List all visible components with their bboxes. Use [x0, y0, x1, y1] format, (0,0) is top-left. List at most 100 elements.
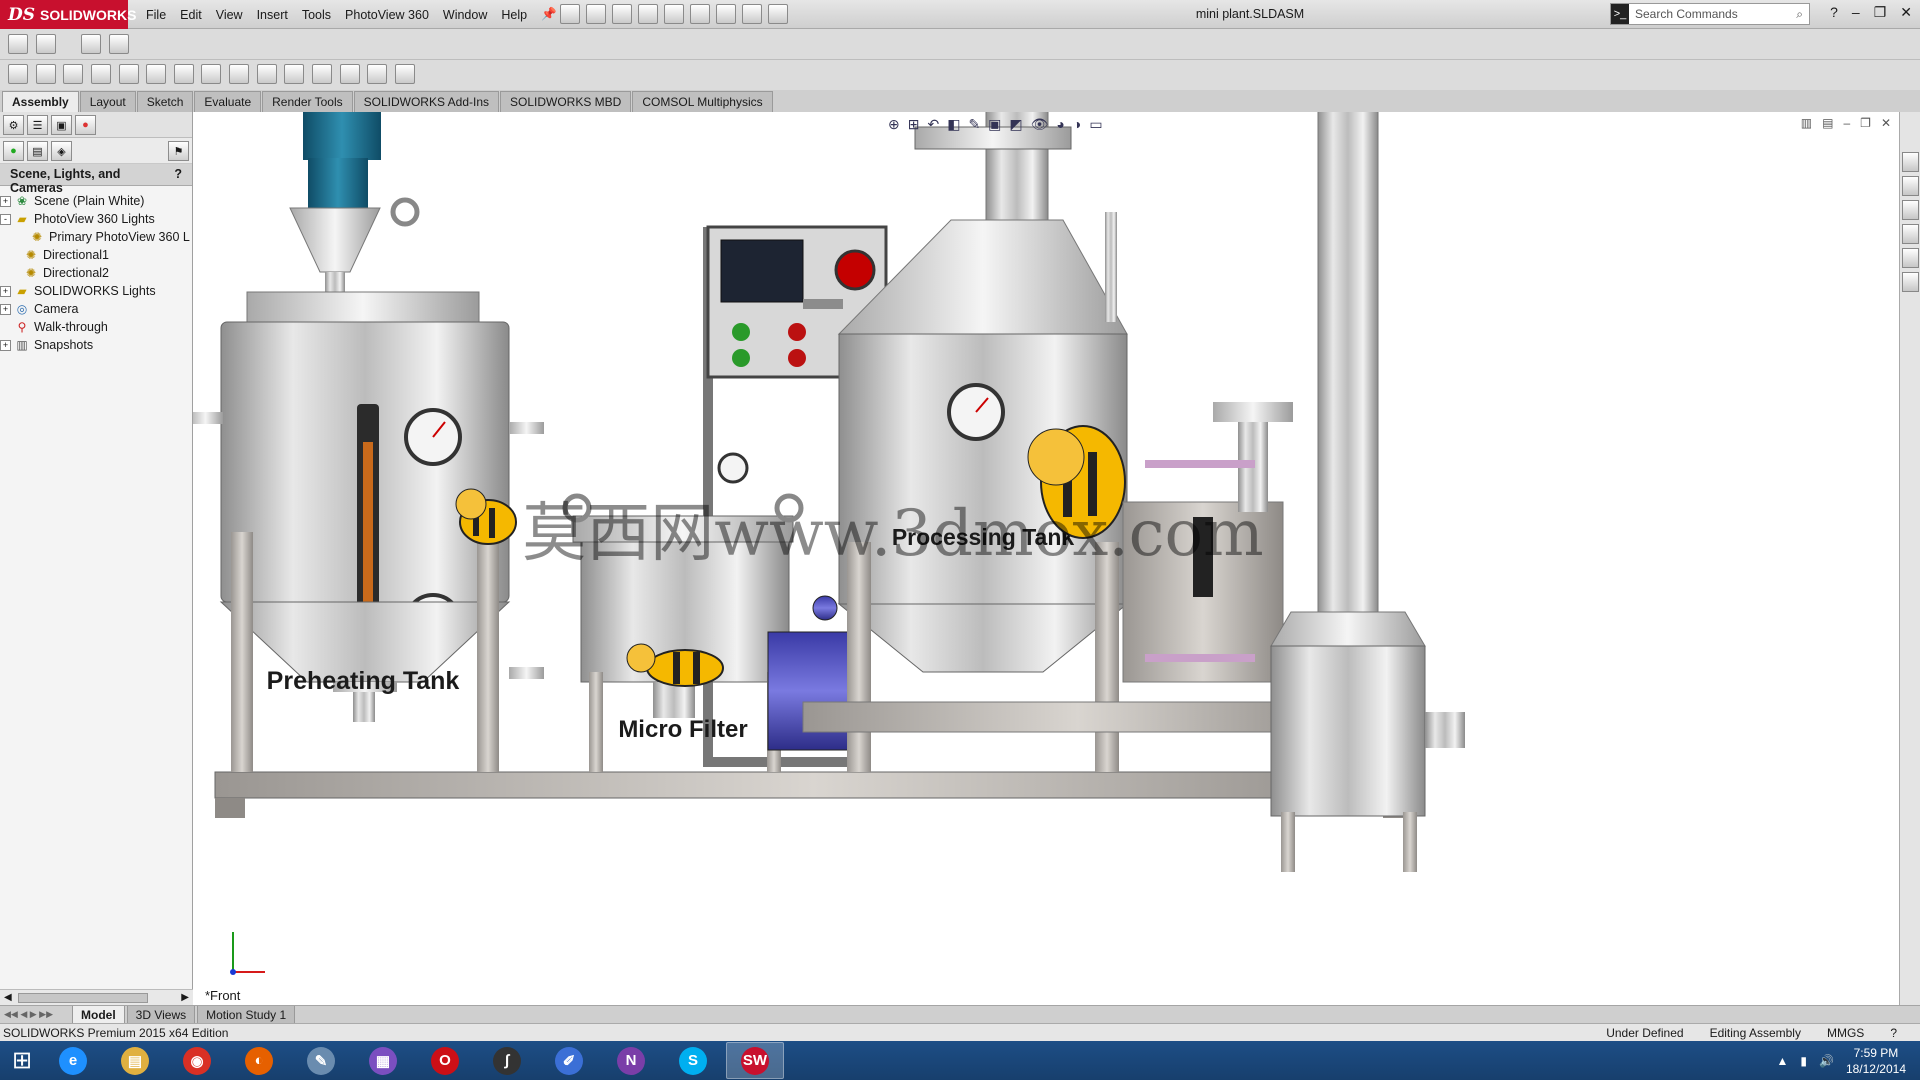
assembly-features-icon[interactable] — [63, 64, 84, 84]
taskbar-calculator[interactable]: ▦ — [354, 1042, 412, 1079]
mate-icon[interactable] — [35, 34, 56, 54]
scroll-left-icon[interactable]: ◀ — [4, 992, 12, 1003]
custom-properties-icon[interactable] — [1901, 272, 1919, 292]
zoom-to-area-icon[interactable]: ⊞ — [908, 116, 920, 133]
file-explorer-icon[interactable] — [1901, 200, 1919, 220]
tab-comsol-multiphysics[interactable]: COMSOL Multiphysics — [632, 91, 773, 112]
tree-item-primary-light[interactable]: ✺ Primary PhotoView 360 L — [0, 228, 192, 246]
view-orientation-icon[interactable]: ▣ — [988, 116, 1001, 133]
instant3d-icon[interactable] — [311, 64, 332, 84]
appearances-scenes-icon[interactable] — [1901, 248, 1919, 268]
restore-button[interactable]: ❐ — [1874, 4, 1887, 21]
scroll-thumb[interactable] — [18, 993, 148, 1003]
network-icon[interactable]: ▮ — [1800, 1054, 1807, 1068]
horizontal-scrollbar[interactable]: ◀ ▶ — [0, 989, 193, 1005]
select-icon[interactable] — [690, 4, 710, 24]
taskbar-chrome[interactable]: ◉ — [168, 1042, 226, 1079]
appearances-icon[interactable]: ● — [3, 141, 24, 161]
interference-detection-icon[interactable] — [229, 64, 249, 84]
viewport-minimize-button[interactable]: – — [1843, 116, 1850, 130]
tree-item-solidworks-lights[interactable]: + ▰ SOLIDWORKS Lights — [0, 282, 192, 300]
tab-model[interactable]: Model — [72, 1005, 125, 1024]
tab-solidworks-addins[interactable]: SOLIDWORKS Add-Ins — [353, 91, 499, 112]
tab-solidworks-mbd[interactable]: SOLIDWORKS MBD — [500, 91, 632, 112]
tree-item-snapshots[interactable]: + ▥ Snapshots — [0, 336, 192, 354]
tree-item-photoview-lights[interactable]: - ▰ PhotoView 360 Lights — [0, 210, 192, 228]
open-icon[interactable] — [586, 4, 606, 24]
zoom-to-fit-icon[interactable]: ⊕ — [888, 116, 900, 133]
graphics-area[interactable]: ⊕ ⊞ ↶ ◧ ✎ ▣ ◩ 👁 ◕ ◑ ▭ ▥ ▤ – ❐ ✕ Preheati… — [193, 112, 1899, 1005]
processing-tank[interactable]: Processing Tank — [803, 112, 1129, 772]
menu-file[interactable]: File — [139, 8, 173, 22]
clearance-verification-icon[interactable] — [256, 64, 277, 84]
taskbar-file-explorer[interactable]: ▤ — [106, 1042, 164, 1079]
view-settings-icon[interactable]: ▭ — [1089, 116, 1102, 133]
display-style-icon[interactable]: ◩ — [1009, 116, 1022, 133]
tree-item-scene[interactable]: + ❀ Scene (Plain White) — [0, 192, 192, 210]
new-document-icon[interactable] — [560, 4, 580, 24]
hole-alignment-icon[interactable] — [284, 64, 305, 84]
show-hidden-icon[interactable] — [35, 64, 56, 84]
feature-manager-tab-icon[interactable]: ⚙ — [3, 115, 24, 135]
tree-item-walk-through[interactable]: ⚲ Walk-through — [0, 318, 192, 336]
condenser-column[interactable] — [1270, 112, 1465, 872]
panel-options-icon[interactable]: ⚑ — [168, 141, 189, 161]
menu-window[interactable]: Window — [436, 8, 494, 22]
tree-item-directional1[interactable]: ✺ Directional1 — [0, 246, 192, 264]
tree-item-directional2[interactable]: ✺ Directional2 — [0, 264, 192, 282]
menu-photoview[interactable]: PhotoView 360 — [338, 8, 436, 22]
property-manager-tab-icon[interactable]: ☰ — [27, 115, 48, 135]
help-icon[interactable]: ? — [1890, 1026, 1897, 1040]
taskbar-skype[interactable]: S — [664, 1042, 722, 1079]
taskbar-opera[interactable]: O — [416, 1042, 474, 1079]
scroll-right-icon[interactable]: ▶ — [181, 992, 189, 1003]
linear-pattern-icon[interactable] — [81, 34, 102, 54]
insert-components-icon[interactable] — [8, 34, 28, 54]
expand-icon[interactable]: + — [0, 195, 11, 207]
minimize-button[interactable]: – — [1852, 4, 1860, 21]
edit-appearance-icon[interactable]: ◕ — [1056, 116, 1064, 133]
tile-view-icon[interactable]: ▤ — [1822, 116, 1833, 130]
undo-icon[interactable] — [664, 4, 684, 24]
taskbar-paint[interactable]: ✎ — [292, 1042, 350, 1079]
viewport-close-button[interactable]: ✕ — [1881, 116, 1891, 130]
expand-icon[interactable]: + — [0, 285, 11, 297]
save-icon[interactable] — [612, 4, 632, 24]
preheating-tank[interactable]: Preheating Tank — [193, 112, 544, 772]
section-view-icon[interactable]: ◧ — [947, 116, 960, 133]
volume-icon[interactable]: 🔊 — [1819, 1054, 1834, 1068]
file-properties-icon[interactable] — [742, 4, 762, 24]
tray-arrow-icon[interactable]: ▲ — [1776, 1054, 1788, 1068]
tab-sketch[interactable]: Sketch — [136, 91, 194, 112]
solidworks-resources-icon[interactable] — [1901, 152, 1919, 172]
taskbar-onenote[interactable]: N — [602, 1042, 660, 1079]
tab-evaluate[interactable]: Evaluate — [194, 91, 262, 112]
close-button[interactable]: ✕ — [1900, 4, 1912, 21]
taskbar-paint-tool[interactable]: ✐ — [540, 1042, 598, 1079]
taskbar-curve-app[interactable]: ∫ — [478, 1042, 536, 1079]
expand-icon[interactable]: + — [0, 339, 11, 351]
tab-navigation-arrows[interactable]: ◀◀ ◀ ▶ ▶▶ — [4, 1009, 72, 1020]
previous-view-icon[interactable]: ↶ — [927, 116, 939, 133]
help-icon[interactable]: ? — [1830, 4, 1838, 21]
speedpak-icon[interactable] — [367, 64, 388, 84]
taskbar-firefox[interactable]: ◐ — [230, 1042, 288, 1079]
menu-edit[interactable]: Edit — [173, 8, 209, 22]
clock[interactable]: 7:59 PM 18/12/2014 — [1846, 1045, 1906, 1077]
bill-of-materials-icon[interactable] — [146, 64, 167, 84]
viewport-restore-button[interactable]: ❐ — [1860, 116, 1871, 130]
expand-icon[interactable]: + — [0, 303, 11, 315]
search-input[interactable]: Search Commands — [1635, 7, 1738, 21]
tab-3d-views[interactable]: 3D Views — [126, 1005, 196, 1024]
panel-help-icon[interactable]: ? — [174, 167, 182, 182]
magnifier-icon[interactable]: ⌕ — [1796, 7, 1803, 22]
tab-motion-study-1[interactable]: Motion Study 1 — [197, 1005, 296, 1024]
model-render[interactable]: Preheating Tank Micro Filter Processing … — [193, 112, 1899, 1005]
search-commands[interactable]: >_ Search Commands ⌕ — [1610, 3, 1810, 25]
taskbar-solidworks-2015[interactable]: SW — [726, 1042, 784, 1079]
print-icon[interactable] — [638, 4, 658, 24]
move-component-icon[interactable] — [8, 64, 28, 84]
take-snapshot-icon[interactable] — [394, 64, 415, 84]
tab-layout[interactable]: Layout — [79, 91, 136, 112]
menu-help[interactable]: Help — [494, 8, 534, 22]
